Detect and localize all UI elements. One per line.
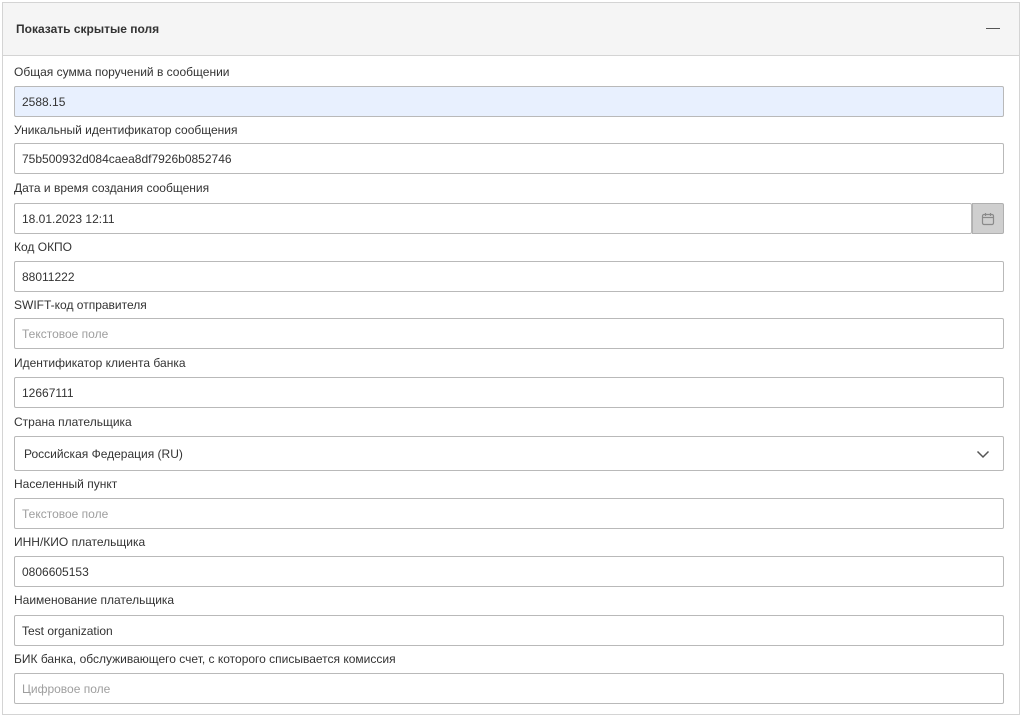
inn-input[interactable] bbox=[14, 556, 1004, 587]
inn-label: ИНН/КИО плательщика bbox=[14, 535, 146, 549]
swift-label: SWIFT-код отправителя bbox=[14, 298, 147, 312]
bik-label: БИК банка, обслуживающего счет, с которо… bbox=[14, 652, 396, 666]
locality-input[interactable] bbox=[14, 498, 1004, 529]
okpo-input[interactable] bbox=[14, 261, 1004, 292]
country-select-value: Российская Федерация (RU) bbox=[24, 447, 183, 461]
country-label: Страна плательщика bbox=[14, 415, 132, 429]
bik-input[interactable] bbox=[14, 673, 1004, 704]
total-amount-label: Общая сумма поручений в сообщении bbox=[14, 65, 230, 79]
calendar-button[interactable] bbox=[972, 203, 1004, 234]
message-id-input[interactable] bbox=[14, 143, 1004, 174]
client-id-label: Идентификатор клиента банка bbox=[14, 356, 186, 370]
calendar-icon bbox=[981, 212, 995, 225]
swift-input[interactable] bbox=[14, 318, 1004, 349]
okpo-label: Код ОКПО bbox=[14, 240, 73, 254]
payer-name-label: Наименование плательщика bbox=[14, 593, 175, 607]
total-amount-input[interactable] bbox=[14, 86, 1004, 117]
created-at-input[interactable] bbox=[14, 203, 972, 234]
panel-title: Показать скрытые поля bbox=[16, 22, 160, 36]
locality-label: Населенный пункт bbox=[14, 477, 118, 491]
payer-name-input[interactable] bbox=[14, 615, 1004, 646]
country-select[interactable]: Российская Федерация (RU) bbox=[14, 436, 1004, 471]
minus-icon[interactable] bbox=[986, 28, 1000, 29]
client-id-input[interactable] bbox=[14, 377, 1004, 408]
chevron-down-icon[interactable] bbox=[976, 447, 990, 461]
panel-header[interactable]: Показать скрытые поля bbox=[3, 3, 1019, 56]
message-id-label: Уникальный идентификатор сообщения bbox=[14, 123, 238, 137]
created-at-label: Дата и время создания сообщения bbox=[14, 181, 210, 195]
